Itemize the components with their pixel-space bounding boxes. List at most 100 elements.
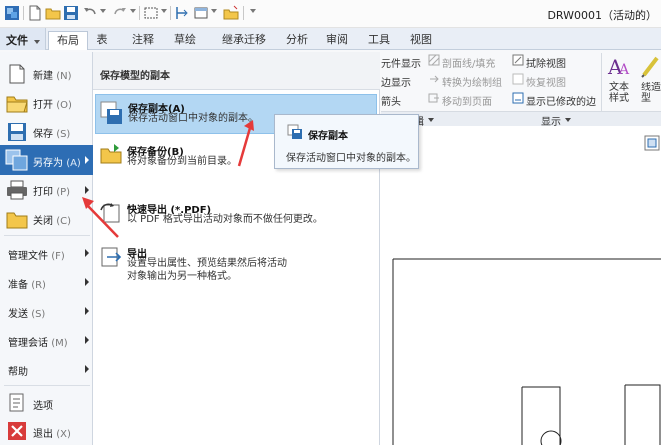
save-as-icon [5, 149, 28, 171]
menu-item-manage-session[interactable]: 管理会话 (M) [0, 329, 93, 351]
tab-table[interactable]: 表 [90, 31, 114, 50]
export-desc-line2: 对象输出为另一种格式。 [127, 271, 237, 282]
submenu-arrow-icon [85, 249, 89, 257]
submenu-arrow-icon [85, 365, 89, 373]
ribbon-item-show-modified-edges[interactable]: 显示已修改的边 [526, 93, 596, 108]
line-style-icon [641, 56, 659, 78]
exit-icon [8, 422, 26, 440]
save-copy-tooltip: 保存副本 保存活动窗口中对象的副本。 [274, 114, 419, 169]
regenerate-icon[interactable] [143, 5, 159, 21]
quick-access-toolbar: DRW0001（活动的） [0, 0, 661, 28]
redo-icon[interactable] [112, 5, 128, 21]
ribbon-group-display[interactable]: 显示 [541, 113, 561, 128]
menu-item-manage-file[interactable]: 管理文件 (F) [0, 242, 93, 264]
ribbon-item-hatch-fill[interactable]: 剖面线/填充 [442, 55, 495, 70]
close-folder-icon [6, 212, 28, 229]
show-modified-edges-icon [512, 92, 524, 104]
ribbon-item-edge-display[interactable]: 边显示 [381, 74, 411, 89]
export-desc-line1: 设置导出属性、预览结果然后将活动 [127, 258, 287, 269]
ribbon-item-resume-view[interactable]: 恢复视图 [526, 74, 566, 89]
menu-label: 选项 [33, 401, 53, 412]
menu-item-close[interactable]: 关闭 (C) [0, 205, 93, 233]
menu-item-save-as[interactable]: 另存为 (A) [0, 145, 93, 175]
menu-label: 打印 (P) [33, 187, 71, 198]
select-icon[interactable] [174, 5, 190, 21]
line-style-button[interactable]: 线造型 [641, 82, 661, 104]
regenerate-dropdown-icon[interactable] [161, 9, 167, 13]
undo-dropdown-icon[interactable] [100, 9, 106, 13]
menu-item-new[interactable]: 新建 (N) [0, 60, 93, 88]
display-group-dropdown-icon[interactable] [565, 118, 571, 122]
new-doc-icon [9, 64, 25, 84]
quick-export-desc: 以 PDF 格式导出活动对象而不做任何更改。 [127, 214, 323, 225]
menu-item-prepare[interactable]: 准备 (R) [0, 271, 93, 293]
submenu-arrow-icon [85, 307, 89, 315]
redo-dropdown-icon[interactable] [130, 9, 136, 13]
file-menu: 新建 (N) 打开 (O) 保存 (S) 另存为 (A) 打印 (P) 关闭 (… [0, 52, 93, 445]
menu-label: 退出 (X) [33, 429, 71, 440]
new-file-icon[interactable] [27, 5, 43, 21]
tab-analysis[interactable]: 分析 [280, 31, 314, 50]
ribbon-tab-bar: 布局 表 注释 草绘 继承迁移 分析 审阅 工具 视图 [0, 28, 661, 50]
menu-item-send[interactable]: 发送 (S) [0, 300, 93, 322]
ribbon-item-component-display[interactable]: 元件显示 [381, 55, 421, 70]
menu-label: 准备 (R) [8, 280, 46, 291]
file-tab[interactable]: 文件 [0, 28, 46, 50]
ribbon-item-convert-draw-group[interactable]: 转换为绘制组 [442, 74, 502, 89]
windows-dropdown-icon[interactable] [211, 9, 217, 13]
hatch-icon [428, 54, 440, 66]
text-style-button[interactable]: 文本样式 [609, 82, 633, 104]
submenu-arrow-icon [85, 186, 89, 194]
app-logo-icon [5, 6, 19, 20]
save-disk-icon [8, 123, 26, 141]
menu-item-options[interactable]: 选项 [0, 390, 93, 416]
menu-label: 关闭 (C) [33, 216, 71, 227]
tab-annotate[interactable]: 注释 [126, 31, 160, 50]
save-backup-desc: 将对象备份到当前目录。 [127, 156, 237, 167]
ribbon-item-erase-view[interactable]: 拭除视图 [526, 55, 566, 70]
menu-label: 管理文件 (F) [8, 251, 65, 262]
ribbon-item-move-to-page[interactable]: 移动到页面 [442, 93, 492, 108]
erase-view-icon [512, 54, 524, 66]
tab-review[interactable]: 审阅 [320, 31, 354, 50]
menu-label: 帮助 [8, 367, 28, 378]
export-item[interactable]: 导出 设置导出属性、预览结果然后将活动 对象输出为另一种格式。 [95, 240, 377, 290]
quick-export-pdf-item[interactable]: 快速导出 (*.PDF) 以 PDF 格式导出活动对象而不做任何更改。 [95, 197, 377, 233]
customize-toolbar-icon[interactable] [250, 9, 256, 13]
tooltip-save-copy-icon [287, 124, 302, 139]
text-style-icon: AA [607, 55, 630, 78]
tab-legacy-migration[interactable]: 继承迁移 [213, 31, 275, 50]
submenu-arrow-icon [85, 156, 89, 164]
file-tab-label: 文件 [6, 34, 28, 47]
menu-label: 打开 (O) [33, 100, 72, 111]
close-window-icon[interactable] [223, 5, 239, 21]
menu-item-open[interactable]: 打开 (O) [0, 89, 93, 117]
save-backup-icon [100, 144, 122, 164]
menu-label: 发送 (S) [8, 309, 46, 320]
svg-text:A: A [618, 62, 630, 78]
menu-label: 新建 (N) [33, 71, 72, 82]
open-folder-icon[interactable] [45, 5, 61, 21]
menu-item-exit[interactable]: 退出 (X) [0, 418, 93, 444]
panel-title: 保存模型的副本 [100, 71, 170, 82]
edit-group-dropdown-icon[interactable] [428, 118, 434, 122]
menu-item-help[interactable]: 帮助 [0, 358, 93, 380]
menu-item-save[interactable]: 保存 (S) [0, 118, 93, 146]
tab-view[interactable]: 视图 [404, 31, 438, 50]
ribbon-item-arrow[interactable]: 箭头 [381, 93, 401, 108]
tab-sketch[interactable]: 草绘 [168, 31, 202, 50]
undo-icon[interactable] [82, 5, 98, 21]
submenu-arrow-icon [85, 278, 89, 286]
tab-tools[interactable]: 工具 [362, 31, 396, 50]
windows-icon[interactable] [193, 5, 209, 21]
window-title: DRW0001（活动的） [547, 9, 657, 22]
tab-layout[interactable]: 布局 [48, 31, 88, 50]
menu-item-print[interactable]: 打印 (P) [0, 176, 93, 204]
tooltip-desc: 保存活动窗口中对象的副本。 [286, 153, 416, 164]
resume-view-icon [512, 73, 524, 85]
save-icon[interactable] [63, 5, 79, 21]
options-icon [9, 393, 24, 412]
menu-divider [4, 385, 90, 386]
menu-label: 保存 (S) [33, 129, 71, 140]
save-copy-desc: 保存活动窗口中对象的副本。 [128, 113, 258, 124]
